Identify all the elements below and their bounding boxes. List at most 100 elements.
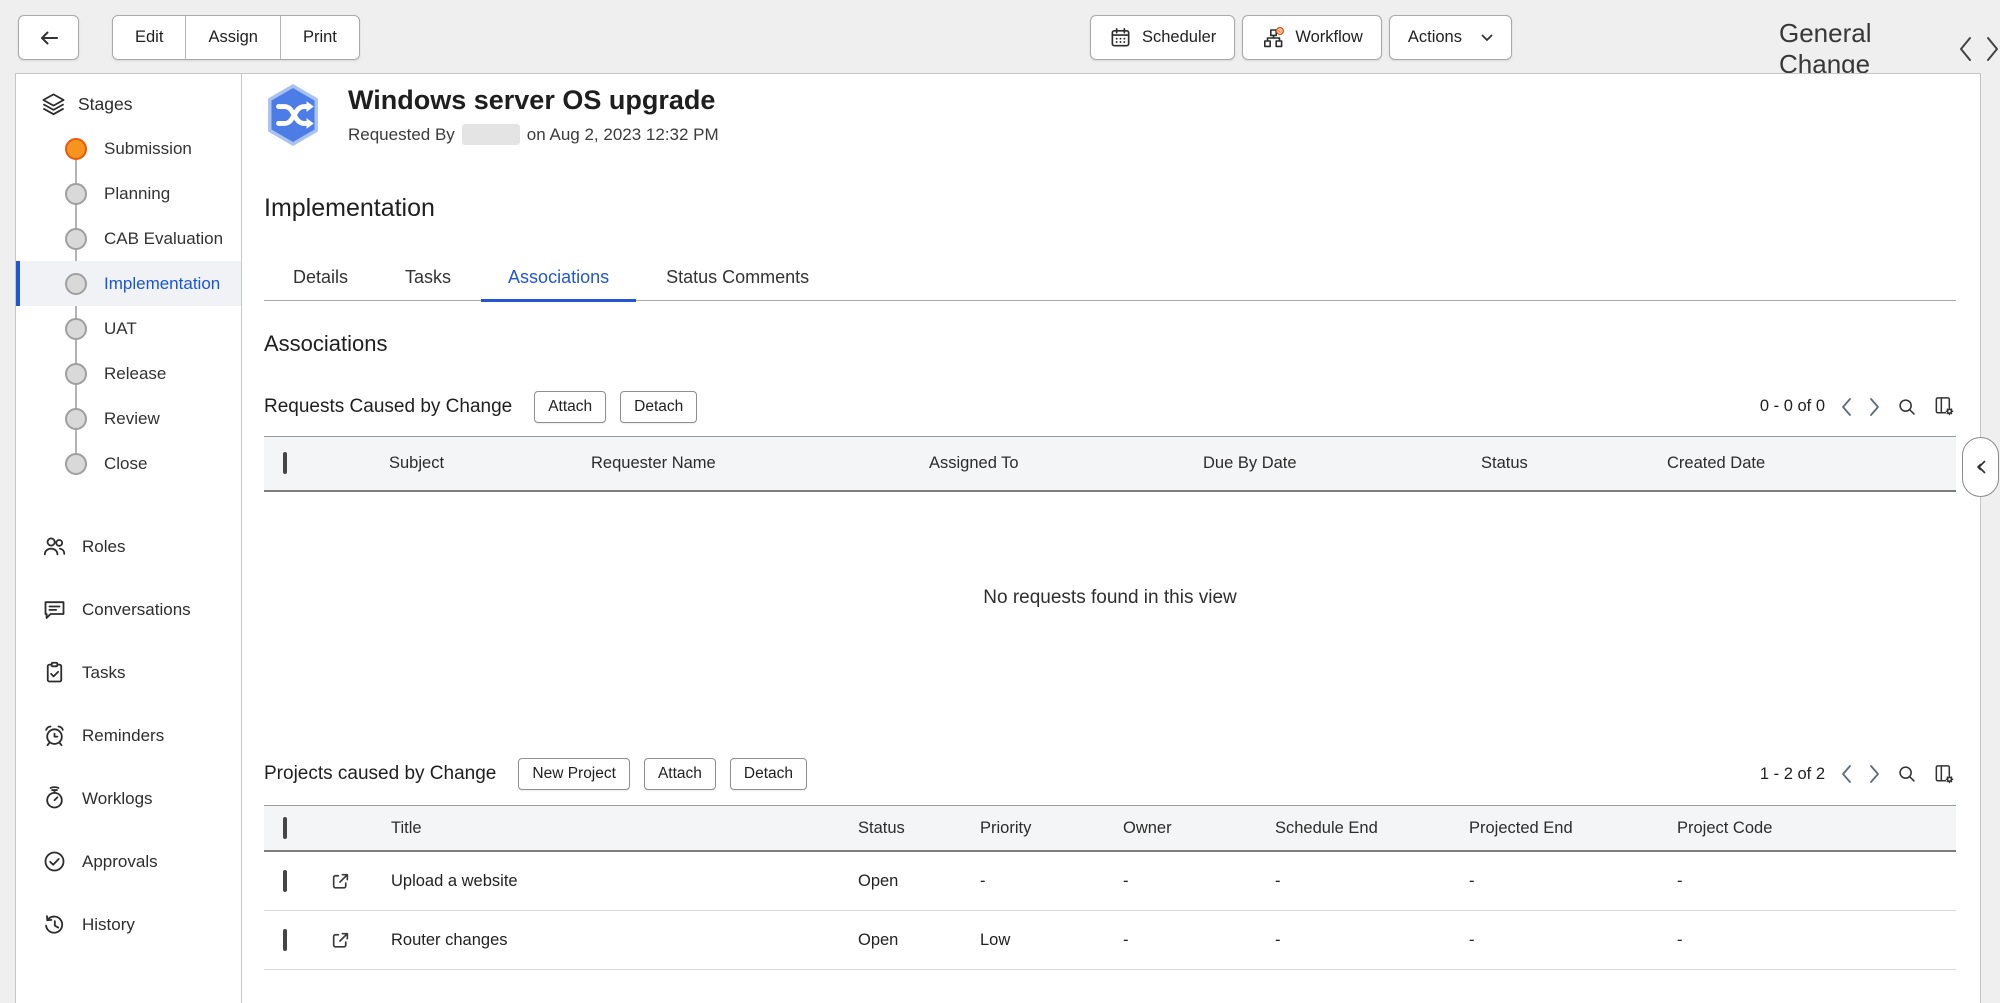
project-projected-end: -	[1469, 931, 1677, 950]
requested-by-line: Requested By on Aug 2, 2023 12:32 PM	[348, 124, 719, 145]
stage-heading: Implementation	[264, 194, 1956, 223]
sidebar-item-label: History	[82, 915, 135, 935]
column-header-subject: Subject	[389, 454, 591, 473]
requests-table-header: Subject Requester Name Assigned To Due B…	[264, 436, 1956, 492]
external-link-icon[interactable]	[330, 930, 391, 951]
actions-menu-button[interactable]: Actions	[1389, 15, 1512, 60]
sidebar-item-label: Tasks	[82, 663, 125, 683]
project-row[interactable]: Router changes Open Low - - - -	[264, 911, 1956, 970]
column-header-title: Title	[391, 819, 858, 838]
sidebar-item-approvals[interactable]: Approvals	[16, 830, 241, 893]
requests-prev-page-icon[interactable]	[1840, 397, 1853, 417]
stage-item-implementation[interactable]: Implementation	[16, 261, 241, 306]
requests-pagination-count: 0 - 0 of 0	[1760, 397, 1825, 416]
column-header-created-date: Created Date	[1667, 454, 1956, 473]
stage-item-release[interactable]: Release	[16, 351, 241, 396]
stage-item-submission[interactable]: Submission	[16, 126, 241, 171]
new-project-button[interactable]: New Project	[518, 758, 630, 790]
sidebar-item-roles[interactable]: Roles	[16, 515, 241, 578]
arrow-left-icon	[37, 26, 61, 50]
requests-select-all-checkbox[interactable]	[283, 452, 287, 474]
tab-associations[interactable]: Associations	[481, 255, 636, 302]
projects-section-label: Projects caused by Change	[264, 763, 496, 785]
projects-toolbar: Projects caused by Change New Project At…	[264, 757, 1956, 791]
projects-pagination-count: 1 - 2 of 2	[1760, 765, 1825, 784]
project-title[interactable]: Router changes	[391, 931, 858, 950]
projects-prev-page-icon[interactable]	[1840, 764, 1853, 784]
workflow-button-label: Workflow	[1295, 28, 1363, 47]
requests-next-page-icon[interactable]	[1868, 397, 1881, 417]
stage-item-planning[interactable]: Planning	[16, 171, 241, 216]
collapse-panel-button[interactable]	[1962, 437, 1999, 497]
projects-table-header: Title Status Priority Owner Schedule End…	[264, 805, 1956, 852]
requests-toolbar: Requests Caused by Change Attach Detach …	[264, 390, 1956, 423]
scheduler-button[interactable]: Scheduler	[1090, 15, 1235, 60]
workflow-button[interactable]: Workflow	[1242, 15, 1382, 60]
requests-empty-message: No requests found in this view	[983, 587, 1236, 609]
stage-item-uat[interactable]: UAT	[16, 306, 241, 351]
column-header-due-by-date: Due By Date	[1203, 454, 1481, 473]
requests-column-settings-icon[interactable]	[1933, 395, 1956, 418]
projects-attach-button[interactable]: Attach	[644, 758, 716, 790]
projects-next-page-icon[interactable]	[1868, 764, 1881, 784]
row-checkbox[interactable]	[283, 929, 287, 951]
layers-icon	[40, 91, 67, 118]
external-link-icon[interactable]	[330, 871, 391, 892]
worklogs-icon	[41, 785, 68, 812]
sidebar-item-tasks[interactable]: Tasks	[16, 641, 241, 704]
actions-button-label: Actions	[1408, 28, 1462, 47]
stage-dot	[65, 273, 87, 295]
tab-tasks[interactable]: Tasks	[378, 255, 478, 302]
column-header-assigned-to: Assigned To	[929, 454, 1203, 473]
column-header-project-code: Project Code	[1677, 819, 1956, 838]
edit-button[interactable]: Edit	[113, 16, 186, 59]
tab-details[interactable]: Details	[266, 255, 375, 302]
projects-select-all-checkbox[interactable]	[283, 817, 287, 839]
row-checkbox[interactable]	[283, 870, 287, 892]
stage-item-close[interactable]: Close	[16, 441, 241, 486]
project-row[interactable]: Upload a website Open - - - - -	[264, 852, 1956, 911]
tab-status-comments[interactable]: Status Comments	[639, 255, 836, 302]
sidebar-item-worklogs[interactable]: Worklogs	[16, 767, 241, 830]
stage-dot	[65, 318, 87, 340]
stage-dot	[65, 408, 87, 430]
print-button[interactable]: Print	[281, 16, 359, 59]
sidebar-item-label: Conversations	[82, 600, 191, 620]
project-title[interactable]: Upload a website	[391, 872, 858, 891]
projects-detach-button[interactable]: Detach	[730, 758, 807, 790]
column-header-projected-end: Projected End	[1469, 819, 1677, 838]
requests-empty-state: No requests found in this view	[264, 492, 1956, 704]
next-record-icon[interactable]	[1985, 36, 2000, 62]
approvals-icon	[41, 848, 68, 875]
project-priority: Low	[980, 931, 1123, 950]
back-button[interactable]	[18, 15, 79, 60]
left-sidebar: Stages Submission Planning CAB Evaluatio…	[15, 73, 242, 1003]
requester-name-redacted	[462, 124, 520, 145]
stage-tabbar: Details Tasks Associations Status Commen…	[264, 255, 1956, 301]
projects-column-settings-icon[interactable]	[1933, 763, 1956, 786]
stage-label: UAT	[104, 319, 137, 339]
sidebar-item-history[interactable]: History	[16, 893, 241, 956]
stage-item-review[interactable]: Review	[16, 396, 241, 441]
stage-label: Implementation	[104, 274, 220, 294]
stage-item-cab-evaluation[interactable]: CAB Evaluation	[16, 216, 241, 261]
stage-label: Planning	[104, 184, 170, 204]
template-name-label: General Change	[1779, 18, 1946, 80]
projects-search-icon[interactable]	[1896, 763, 1918, 785]
change-title: Windows server OS upgrade	[348, 85, 719, 116]
assign-button[interactable]: Assign	[186, 16, 281, 59]
project-status: Open	[858, 872, 980, 891]
project-owner: -	[1123, 931, 1275, 950]
stages-title: Stages	[78, 94, 132, 115]
previous-record-icon[interactable]	[1958, 36, 1973, 62]
column-header-requester-name: Requester Name	[591, 454, 929, 473]
sidebar-item-conversations[interactable]: Conversations	[16, 578, 241, 641]
sidebar-item-reminders[interactable]: Reminders	[16, 704, 241, 767]
scheduler-button-label: Scheduler	[1142, 28, 1216, 47]
requests-search-icon[interactable]	[1896, 396, 1918, 418]
workflow-icon	[1261, 26, 1285, 50]
requests-attach-button[interactable]: Attach	[534, 391, 606, 423]
stage-dot	[65, 183, 87, 205]
requests-detach-button[interactable]: Detach	[620, 391, 697, 423]
project-projected-end: -	[1469, 872, 1677, 891]
